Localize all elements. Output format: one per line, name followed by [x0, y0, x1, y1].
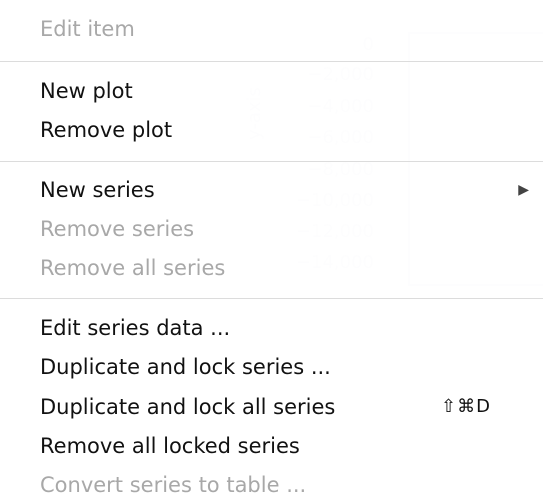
keyboard-shortcut: ⇧⌘D	[441, 396, 491, 417]
context-menu: Edit item New plot Remove plot New serie…	[0, 0, 543, 500]
menu-item-duplicate-and-lock-series[interactable]: Duplicate and lock series ...	[40, 351, 543, 383]
menu-item-remove-series: Remove series	[40, 213, 543, 245]
menu-separator	[0, 61, 543, 62]
menu-item-label: Remove all series	[40, 256, 226, 280]
menu-item-edit-series-data[interactable]: Edit series data ...	[40, 312, 543, 344]
menu-item-remove-all-locked-series[interactable]: Remove all locked series	[40, 430, 543, 462]
menu-item-label: Edit item	[40, 17, 135, 41]
menu-separator	[0, 161, 543, 162]
menu-item-label: Convert series to table ...	[40, 473, 307, 497]
menu-item-label: Duplicate and lock series ...	[40, 355, 331, 379]
menu-item-remove-all-series: Remove all series	[40, 252, 543, 284]
menu-item-label: Edit series data ...	[40, 316, 231, 340]
submenu-arrow-icon: ▶	[518, 182, 529, 198]
menu-item-label: Remove series	[40, 217, 195, 241]
menu-item-label: New series	[40, 178, 155, 202]
menu-item-label: Duplicate and lock all series	[40, 395, 336, 419]
menu-item-label: New plot	[40, 79, 133, 103]
menu-separator	[0, 298, 543, 299]
menu-item-duplicate-and-lock-all-series[interactable]: Duplicate and lock all series ⇧⌘D	[40, 391, 543, 423]
menu-item-label: Remove all locked series	[40, 434, 300, 458]
menu-item-new-series[interactable]: New series ▶	[40, 174, 543, 206]
menu-item-remove-plot[interactable]: Remove plot	[40, 114, 543, 146]
menu-item-edit-item: Edit item	[40, 13, 543, 45]
menu-item-new-plot[interactable]: New plot	[40, 75, 543, 107]
menu-item-label: Remove plot	[40, 118, 173, 142]
menu-item-convert-series-to-table: Convert series to table ...	[40, 469, 543, 500]
